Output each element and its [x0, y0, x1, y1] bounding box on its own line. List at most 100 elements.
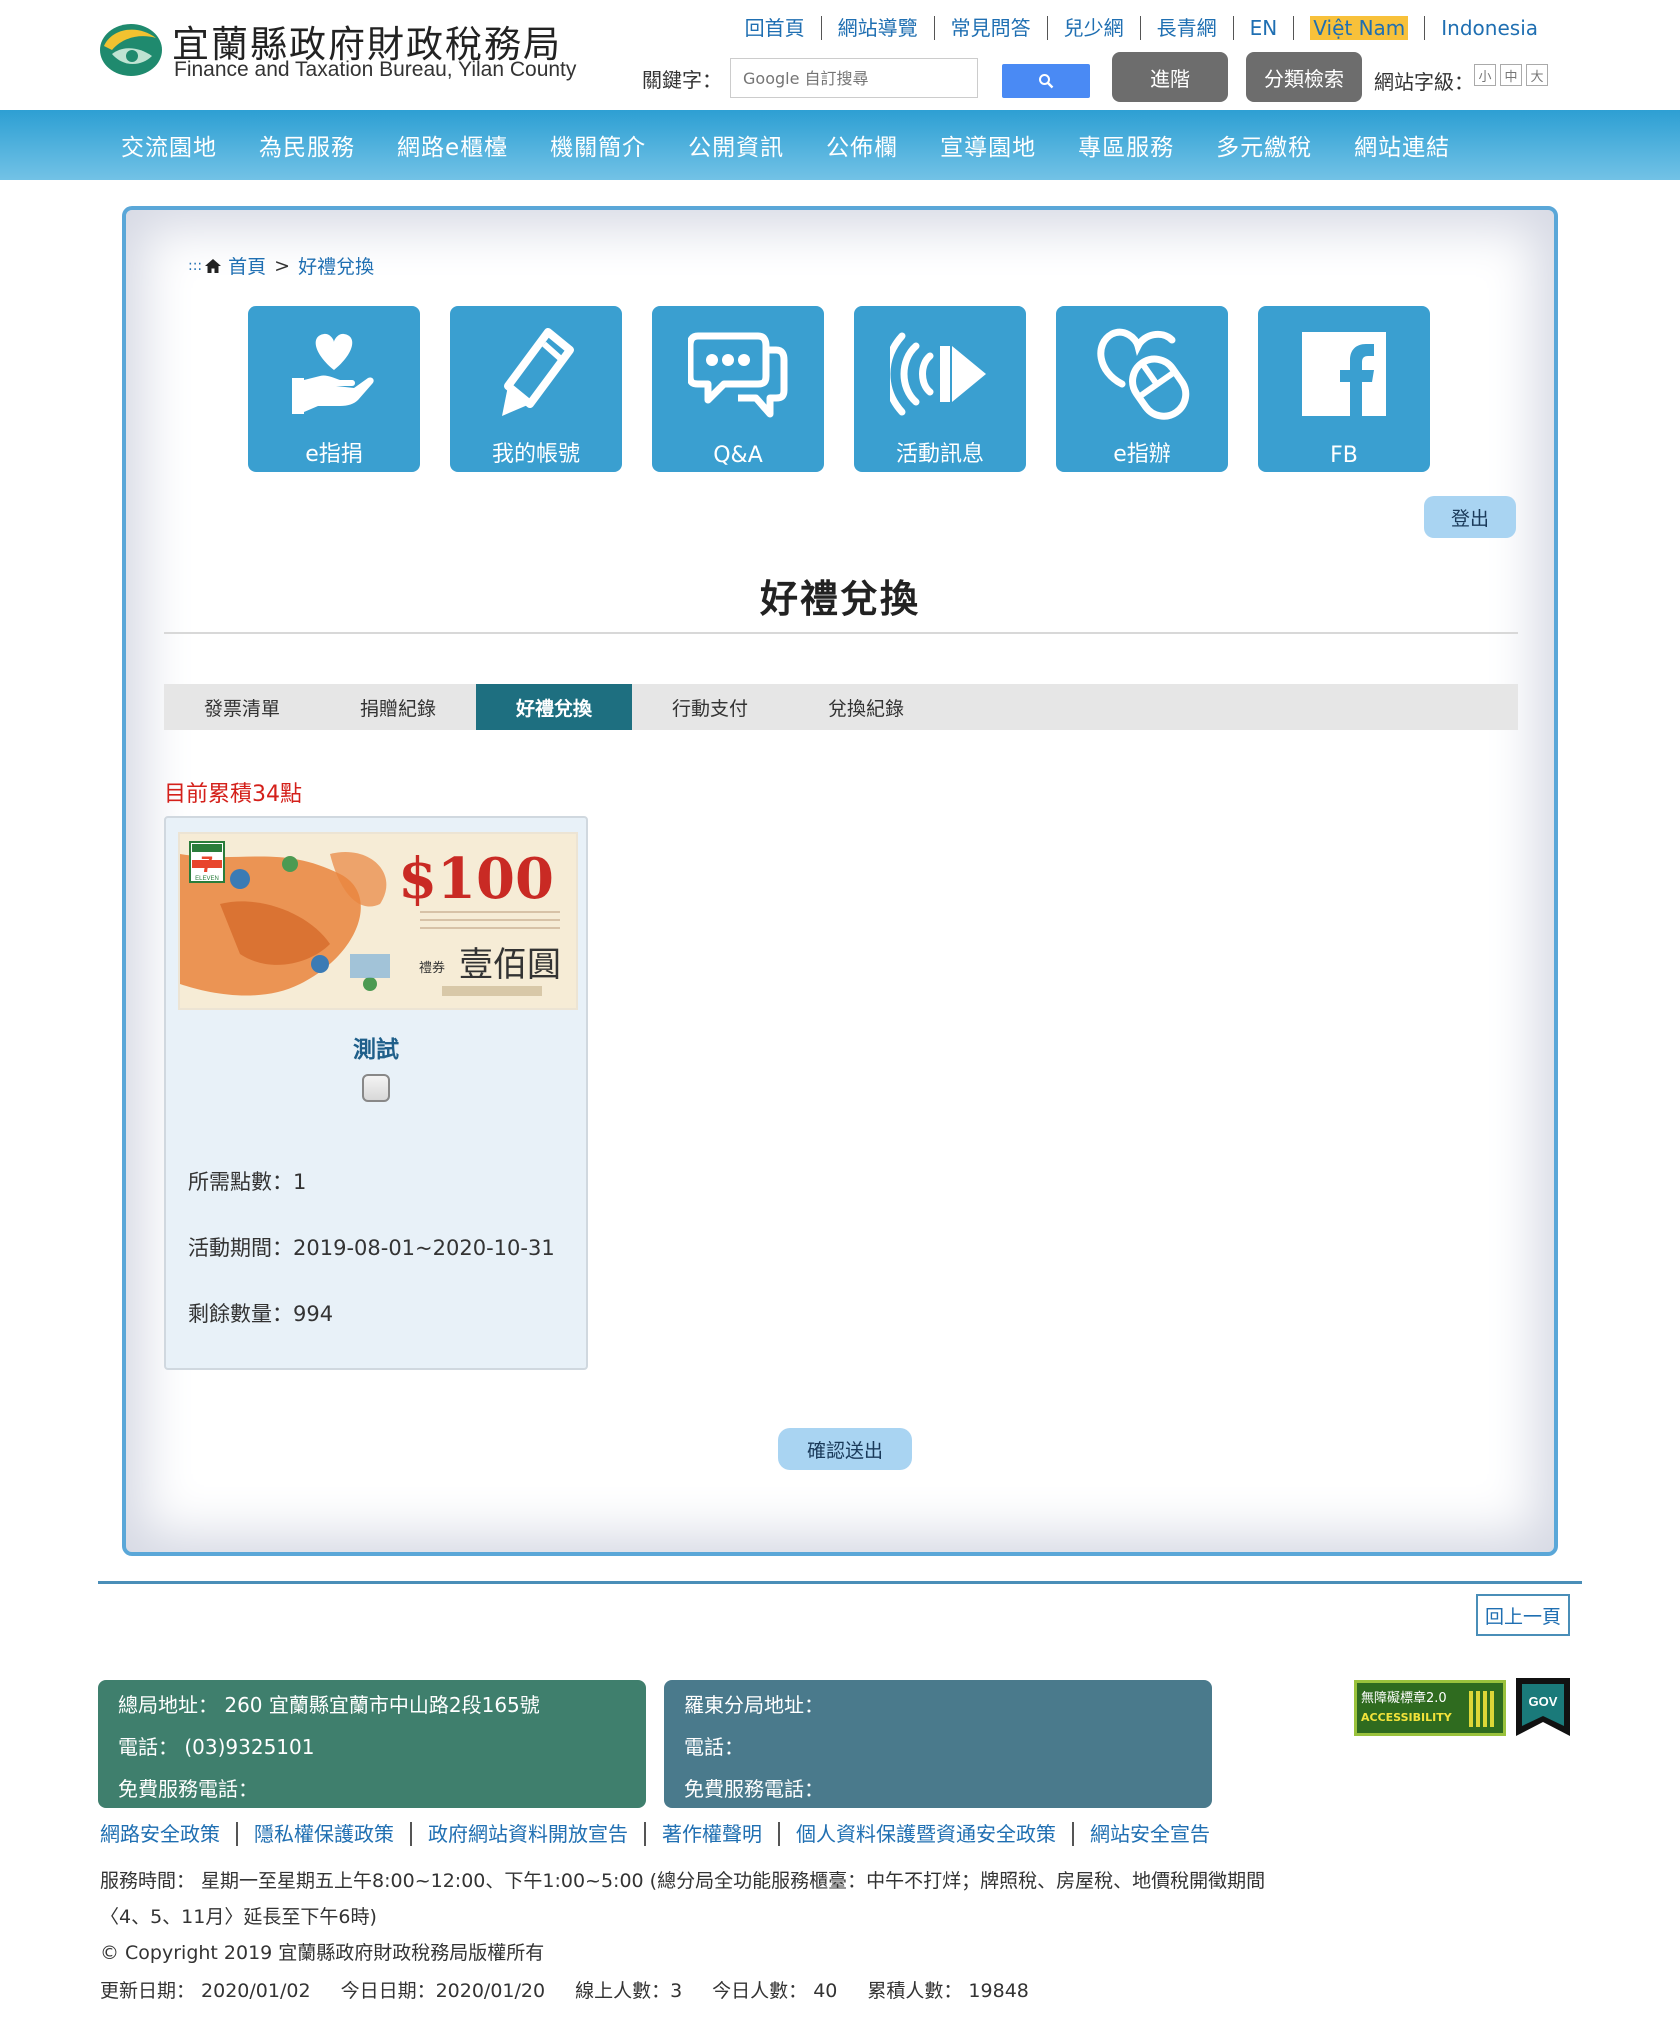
breadcrumb-home[interactable]: 首頁: [228, 252, 266, 279]
policy-link-personal-data[interactable]: 個人資料保護暨資通安全政策: [778, 1822, 1072, 1846]
tile-my-account[interactable]: 我的帳號: [450, 306, 622, 472]
top-link-indonesian[interactable]: Indonesia: [1424, 16, 1554, 40]
tile-qa[interactable]: Q&A: [652, 306, 824, 472]
nav-item-e-counter[interactable]: 網路e櫃檯: [376, 128, 529, 162]
tile-label: e指辦: [1113, 442, 1171, 467]
breadcrumb: ::: 首頁 > 好禮兌換: [188, 252, 374, 279]
font-size-large-button[interactable]: 大: [1526, 64, 1548, 86]
site-logo[interactable]: 宜蘭縣政府財政稅務局 Finance and Taxation Bureau, …: [98, 12, 578, 84]
policy-link-open-data[interactable]: 政府網站資料開放宣告: [410, 1822, 644, 1846]
tab-donation-records[interactable]: 捐贈紀錄: [320, 684, 476, 730]
tile-label: FB: [1330, 443, 1358, 468]
tile-events[interactable]: 活動訊息: [854, 306, 1026, 472]
branch-office-phone: 電話：: [684, 1735, 744, 1759]
accessibility-badge[interactable]: 無障礙標章2.0 ACCESSIBILITY: [1354, 1680, 1506, 1736]
tile-facebook[interactable]: FB: [1258, 306, 1430, 472]
nav-item-about[interactable]: 機關簡介: [529, 128, 667, 162]
tab-exchange-records[interactable]: 兌換紀錄: [788, 684, 944, 730]
main-office-free-phone: 免費服務電話：: [118, 1777, 258, 1801]
category-search-button[interactable]: 分類檢索: [1246, 52, 1362, 102]
font-size-label: 網站字級：: [1374, 70, 1474, 94]
stat-today-date: 今日日期：2020/01/20: [340, 1980, 546, 2002]
nav-item-services[interactable]: 為民服務: [238, 128, 376, 162]
gov-badge[interactable]: GOV: [1516, 1678, 1570, 1736]
main-office-info: 總局地址： 260 宜蘭縣宜蘭市中山路2段165號 電話： (03)932510…: [98, 1680, 646, 1808]
accessibility-badge-subtitle: ACCESSIBILITY: [1361, 1711, 1452, 1724]
policy-link-site-security[interactable]: 網站安全宣告: [1072, 1822, 1226, 1846]
stat-online-users: 線上人數：3: [575, 1980, 683, 2002]
points-balance: 目前累積34點: [164, 782, 302, 807]
breadcrumb-accesskey[interactable]: :::: [188, 258, 202, 274]
gift-select-checkbox[interactable]: [362, 1074, 390, 1102]
accessibility-badge-title: 無障礙標章2.0: [1361, 1691, 1447, 1706]
title-divider: [164, 632, 1518, 634]
voucher-label-small: 禮券: [419, 960, 445, 976]
chat-bubbles-icon: [688, 332, 788, 418]
voucher-image: 7 ELEVEN $100 禮券 壹佰圓: [178, 832, 578, 1010]
tab-mobile-payment[interactable]: 行動支付: [632, 684, 788, 730]
gift-remaining: 剩餘數量：994: [188, 1302, 334, 1326]
keyword-label: 關鍵字：: [642, 68, 722, 92]
home-icon: [205, 258, 222, 273]
font-size-medium-button[interactable]: 中: [1500, 64, 1522, 86]
top-link-faq[interactable]: 常見問答: [933, 16, 1047, 40]
top-link-vietnamese-label: Việt Nam: [1310, 16, 1409, 40]
tile-e-donate[interactable]: e指捐: [248, 306, 420, 472]
top-link-sitemap[interactable]: 網站導覽: [820, 16, 934, 40]
voucher-label-large: 壹佰圓: [459, 945, 561, 985]
gift-name: 測試: [353, 1037, 399, 1063]
search-button[interactable]: [1002, 64, 1090, 98]
site-stats: 更新日期： 2020/01/02 今日日期：2020/01/20 線上人數：3 …: [100, 1976, 1059, 2003]
gift-required-points: 所需點數：1: [188, 1170, 307, 1194]
main-office-phone: 電話： (03)9325101: [118, 1735, 315, 1759]
facebook-icon: [1302, 332, 1386, 416]
nav-item-payment[interactable]: 多元繳稅: [1195, 128, 1333, 162]
tab-gift-exchange[interactable]: 好禮兌換: [476, 684, 632, 730]
breadcrumb-current[interactable]: 好禮兌換: [298, 252, 374, 279]
logout-button[interactable]: 登出: [1424, 496, 1516, 538]
confirm-submit-button[interactable]: 確認送出: [778, 1428, 912, 1470]
breadcrumb-separator: >: [274, 254, 291, 277]
tile-e-service[interactable]: e指辦: [1056, 306, 1228, 472]
heart-hand-icon: [292, 333, 374, 414]
advanced-search-button[interactable]: 進階: [1112, 52, 1228, 102]
top-link-kids[interactable]: 兒少網: [1046, 16, 1140, 40]
top-link-english[interactable]: EN: [1232, 16, 1294, 40]
gift-card: 7 ELEVEN $100 禮券 壹佰圓 測試 所需點數：1 活動期間：2019…: [164, 816, 588, 1370]
voucher-brand: ELEVEN: [195, 876, 219, 882]
branch-office-info: 羅東分局地址： 電話： 免費服務電話：: [664, 1680, 1212, 1808]
nav-item-bulletin[interactable]: 公佈欄: [805, 128, 919, 162]
mouse-icon: [1097, 328, 1190, 420]
back-button[interactable]: 回上一頁: [1476, 1594, 1570, 1636]
nav-item-promotion[interactable]: 宣導園地: [919, 128, 1057, 162]
stat-total-visitors: 累積人數： 19848: [867, 1980, 1029, 2002]
nav-item-special[interactable]: 專區服務: [1057, 128, 1195, 162]
nav-item-public-info[interactable]: 公開資訊: [667, 128, 805, 162]
top-link-vietnamese[interactable]: Việt Nam: [1293, 16, 1424, 40]
gift-period: 活動期間：2019-08-01~2020-10-31: [188, 1236, 555, 1260]
speaker-icon: [890, 332, 986, 416]
font-size-small-button[interactable]: 小: [1474, 64, 1496, 86]
footer-divider: [98, 1581, 1582, 1584]
main-office-address: 總局地址： 260 宜蘭縣宜蘭市中山路2段165號: [118, 1693, 540, 1717]
logo-english-name: Finance and Taxation Bureau, Yilan Count…: [174, 58, 577, 81]
tab-invoice-list[interactable]: 發票清單: [164, 684, 320, 730]
search-input[interactable]: [730, 58, 978, 98]
top-links: 回首頁 網站導覽 常見問答 兒少網 長青網 EN Việt Nam Indone…: [729, 14, 1554, 42]
page-title: 好禮兌換: [759, 577, 920, 621]
nav-item-links[interactable]: 網站連結: [1333, 128, 1471, 162]
policy-link-privacy[interactable]: 隱私權保護政策: [236, 1822, 410, 1846]
search-bar: 關鍵字： 進階 分類檢索 網站字級： 小 中 大: [642, 52, 1562, 102]
nav-item-exchange[interactable]: 交流園地: [100, 128, 238, 162]
top-link-home[interactable]: 回首頁: [729, 16, 821, 40]
svg-text:7: 7: [201, 852, 213, 877]
policy-link-security[interactable]: 網路安全政策: [98, 1822, 236, 1846]
branch-office-address: 羅東分局地址：: [684, 1693, 824, 1717]
search-icon: [1039, 74, 1054, 89]
policy-link-copyright[interactable]: 著作權聲明: [644, 1822, 778, 1846]
tab-bar: 發票清單 捐贈紀錄 好禮兌換 行動支付 兌換紀錄: [164, 684, 1518, 730]
top-link-seniors[interactable]: 長青網: [1139, 16, 1233, 40]
voucher-amount: $100: [398, 846, 554, 912]
pencil-icon: [502, 328, 574, 416]
gov-badge-icon: GOV: [1516, 1678, 1570, 1736]
